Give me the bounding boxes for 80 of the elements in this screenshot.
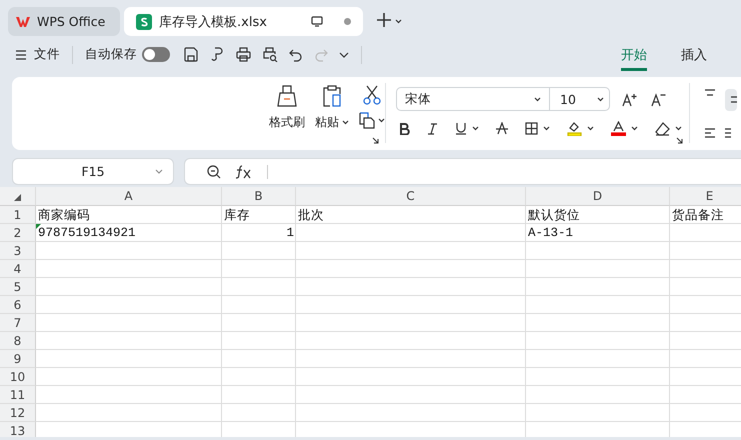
table-cell-text: 货品备注 [672,208,724,224]
unsaved-dot [344,18,351,25]
print-icon[interactable] [236,47,251,62]
column-header[interactable]: B [222,187,296,206]
row-header[interactable]: 8 [0,332,36,350]
ribbon-tab[interactable]: 插入 [681,46,707,71]
table-cell-text: 默认货位 [528,208,580,224]
paste-button[interactable]: 粘贴 [315,114,349,131]
row-header[interactable]: 7 [0,314,36,332]
eraser-icon[interactable] [655,122,670,136]
caret-icon[interactable] [587,126,594,131]
row-header[interactable]: 5 [0,278,36,296]
table-cell: 1 [286,226,294,240]
row-header[interactable]: 3 [0,242,36,260]
autosave-label: 自动保存 [85,46,137,63]
caret-icon[interactable] [543,126,550,131]
column-header[interactable]: C [296,187,526,206]
borders-icon[interactable] [525,122,538,135]
table-cell-text: 库存 [224,208,250,224]
row-header[interactable]: 2 [0,224,36,242]
align-top-icon[interactable] [704,89,716,97]
caret-icon[interactable] [342,120,349,125]
table-cell-text: 批次 [298,208,324,224]
undo-icon[interactable] [289,48,303,62]
table-cell: 9787519134921 [38,226,136,240]
chevron-icon[interactable] [339,52,349,58]
scissors-icon[interactable] [363,85,381,105]
link-icon[interactable] [210,47,225,62]
caret-icon[interactable] [378,118,385,123]
row-header[interactable]: 6 [0,296,36,314]
name-box[interactable]: F15 [12,158,174,185]
row-header[interactable]: 13 [0,422,36,437]
menu-icon[interactable] [16,50,26,60]
row-header[interactable]: 4 [0,260,36,278]
decrease-font-icon[interactable] [651,92,668,106]
file-menu[interactable]: 文件 [34,46,60,63]
dialog-launcher-icon[interactable] [676,137,683,144]
increase-font-icon[interactable] [622,92,639,106]
strikethrough-icon[interactable] [496,122,508,135]
select-all-icon[interactable] [14,194,21,201]
caret-icon[interactable] [395,19,402,24]
align-middle-icon[interactable] [731,96,737,104]
formula-field[interactable] [184,158,741,185]
paste-icon[interactable] [321,85,343,107]
plus-icon[interactable] [377,13,391,27]
column-header[interactable]: D [526,187,670,206]
font-color-icon[interactable] [611,121,626,136]
logo-icon [16,16,30,28]
underline-icon[interactable] [455,122,467,135]
fill-color-icon[interactable] [567,121,582,136]
row-header[interactable]: 11 [0,386,36,404]
caret-icon[interactable] [472,126,479,131]
column-header[interactable]: E [670,187,741,206]
caret-icon[interactable] [675,126,682,131]
monitor-icon [311,16,323,27]
function-icon[interactable] [235,164,253,178]
document-tab[interactable]: WPS Office [8,7,120,36]
italic-icon[interactable] [427,122,438,134]
save-icon[interactable] [184,47,199,62]
bold-icon[interactable] [399,122,410,134]
dialog-launcher-icon[interactable] [372,137,379,144]
align-center-icon[interactable] [725,128,731,138]
row-header[interactable]: 12 [0,404,36,422]
spreadsheet-icon [136,14,152,30]
document-tab[interactable]: 库存导入模板.xlsx [124,7,363,36]
format-painter-button[interactable]: 格式刷 [269,114,305,131]
copy-icon[interactable] [359,112,375,129]
row-header[interactable]: 1 [0,206,36,224]
table-cell-text: 商家编码 [38,208,90,224]
autosave-toggle[interactable] [142,47,170,62]
row-header[interactable]: 10 [0,368,36,386]
print-preview-icon[interactable] [262,47,278,62]
zoom-out-icon[interactable] [207,164,221,178]
table-cell: A-13-1 [528,226,574,240]
format-painter-icon[interactable] [276,85,298,107]
ribbon-tab[interactable]: 开始 [621,46,647,71]
caret-icon[interactable] [631,126,638,131]
column-header[interactable]: A [36,187,222,206]
align-left-icon[interactable] [704,128,716,138]
row-header[interactable]: 9 [0,350,36,368]
